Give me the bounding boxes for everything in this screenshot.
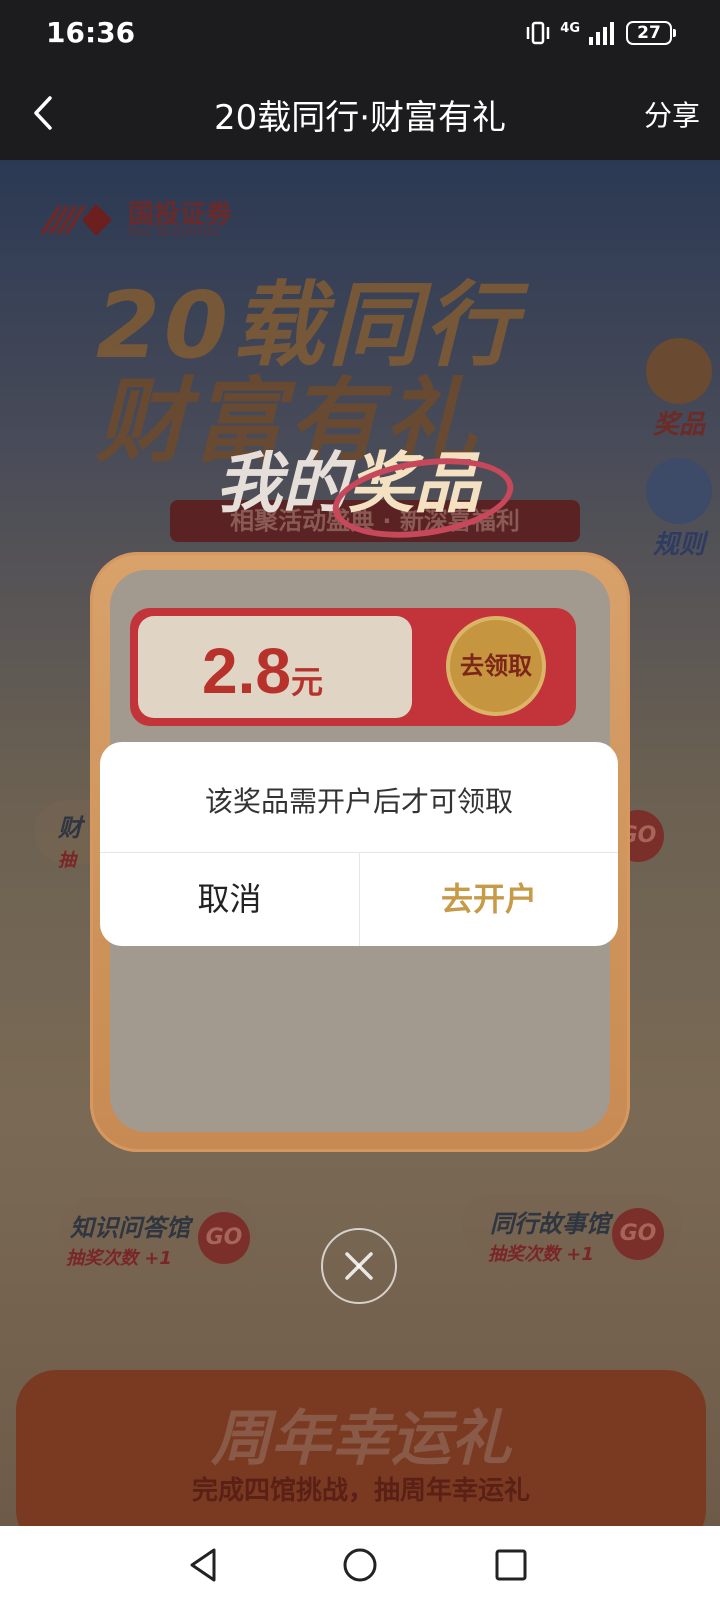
nav-home-icon[interactable] — [339, 1544, 381, 1586]
open-account-button[interactable]: 去开户 — [360, 853, 618, 946]
close-modal-button[interactable] — [321, 1228, 397, 1304]
system-nav-bar — [0, 1526, 720, 1604]
open-account-dialog: 该奖品需开户后才可领取 取消 去开户 — [100, 742, 618, 946]
close-icon — [345, 1252, 373, 1280]
cancel-button[interactable]: 取消 — [100, 853, 359, 946]
dialog-message: 该奖品需开户后才可领取 — [204, 785, 513, 818]
nav-recents-icon[interactable] — [490, 1544, 532, 1586]
nav-back-icon[interactable] — [184, 1544, 226, 1586]
